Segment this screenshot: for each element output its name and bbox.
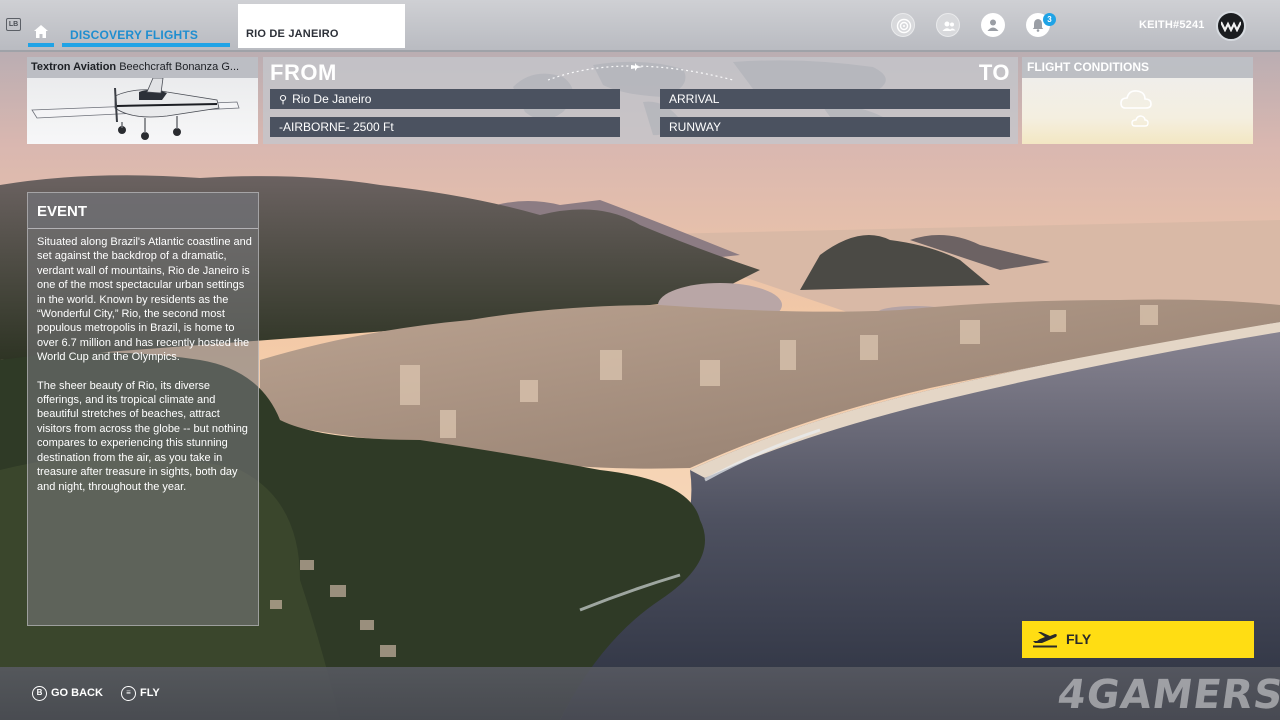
avatar[interactable] <box>1216 11 1246 41</box>
flight-conditions-card[interactable]: FLIGHT CONDITIONS <box>1022 57 1253 144</box>
aircraft-manufacturer: Textron Aviation <box>31 61 117 73</box>
departure-location-value: Rio De Janeiro <box>292 92 372 106</box>
top-bar-divider <box>0 50 1280 52</box>
aircraft-image <box>31 78 240 140</box>
arrival-location-value: ARRIVAL <box>669 92 720 106</box>
home-icon <box>34 25 48 38</box>
home-tab-underline <box>28 43 54 47</box>
departure-state-field[interactable]: -AIRBORNE- 2500 Ft <box>270 117 620 137</box>
lb-bumper-hint-icon[interactable]: LB <box>6 18 21 31</box>
aircraft-card[interactable]: Textron Aviation Beechcraft Bonanza G... <box>27 57 258 144</box>
go-back-label: GO BACK <box>51 687 103 699</box>
aircraft-model: Beechcraft Bonanza G... <box>119 61 240 73</box>
departure-location-field[interactable]: ⚲ Rio De Janeiro <box>270 89 620 109</box>
event-paragraph: The sheer beauty of Rio, its diverse off… <box>37 379 248 493</box>
fly-button-label: FLY <box>1066 631 1092 647</box>
arrival-state-value: RUNWAY <box>669 120 721 134</box>
to-label: TO <box>978 60 1010 85</box>
home-tab[interactable] <box>28 20 54 47</box>
event-header: EVENT <box>28 193 258 229</box>
profile-icon[interactable] <box>981 13 1005 37</box>
tab-discovery-flights[interactable]: DISCOVERY FLIGHTS <box>62 20 230 47</box>
activity-icon[interactable] <box>891 13 915 37</box>
event-title: EVENT <box>37 203 88 220</box>
notification-count-badge: 3 <box>1043 13 1056 26</box>
tab-discovery-flights-label: DISCOVERY FLIGHTS <box>70 28 199 42</box>
tab-rio-de-janeiro[interactable]: RIO DE JANEIRO <box>238 4 405 48</box>
gamerpic-icon <box>1221 21 1241 32</box>
b-button-icon: B <box>32 686 47 701</box>
fly-button[interactable]: FLY <box>1022 621 1254 658</box>
map-pin-icon: ⚲ <box>279 94 288 106</box>
arrival-state-field[interactable]: RUNWAY <box>660 117 1010 137</box>
event-description-panel: EVENT Situated along Brazil's Atlantic c… <box>27 192 259 626</box>
friends-icon[interactable] <box>936 13 960 37</box>
fly-hint-label: FLY <box>140 687 160 699</box>
menu-button-icon: ≡ <box>121 686 136 701</box>
username-label[interactable]: KEITH#5241 <box>1139 19 1205 31</box>
event-body: Situated along Brazil's Atlantic coastli… <box>37 235 254 494</box>
arrival-location-field[interactable]: ARRIVAL <box>660 89 1010 109</box>
site-watermark: 4GAMERS <box>1054 672 1280 718</box>
from-label: FROM <box>270 60 337 85</box>
tab-discovery-flights-underline <box>62 43 230 47</box>
departure-state-value: -AIRBORNE- 2500 Ft <box>279 120 394 134</box>
cloud-icon <box>1120 90 1152 127</box>
takeoff-icon <box>1033 632 1057 648</box>
flight-conditions-title: FLIGHT CONDITIONS <box>1022 57 1253 78</box>
aircraft-name: Textron Aviation Beechcraft Bonanza G... <box>27 57 258 78</box>
tab-rio-de-janeiro-label: RIO DE JANEIRO <box>246 28 339 40</box>
event-paragraph: Situated along Brazil's Atlantic coastli… <box>37 236 252 364</box>
